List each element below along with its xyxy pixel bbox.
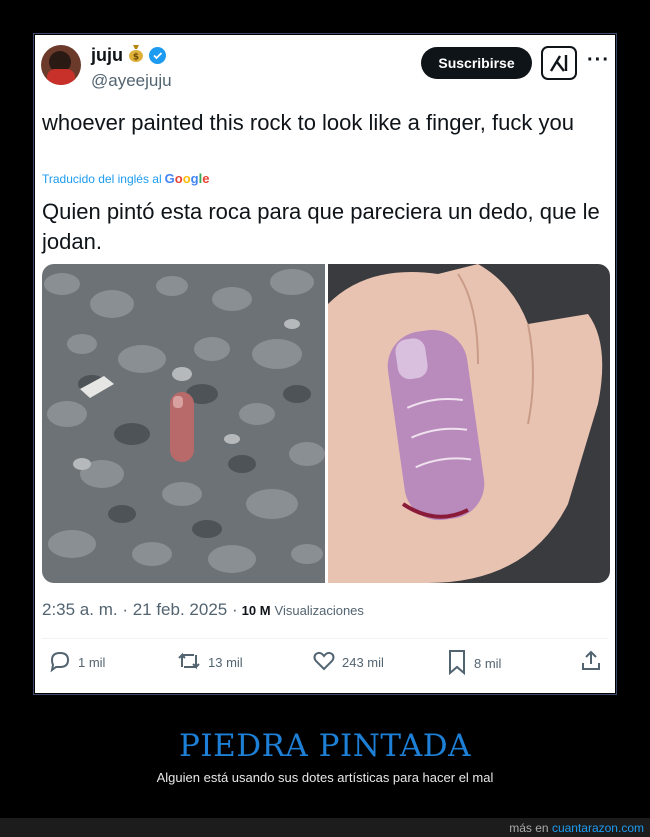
photo-hand-finger-rock[interactable]	[328, 264, 610, 583]
tweet-timestamp[interactable]: 2:35 a. m. · 21 feb. 2025 ·	[42, 600, 238, 620]
avatar[interactable]	[41, 45, 81, 85]
bookmark-count: 8 mil	[474, 656, 502, 671]
share-icon	[579, 649, 603, 676]
google-logo: Google	[164, 171, 210, 186]
repost-button[interactable]: 13 mil	[176, 649, 243, 676]
bookmark-button[interactable]: 8 mil	[446, 649, 501, 678]
svg-text:$: $	[133, 53, 139, 63]
author-handle[interactable]: @ayeejuju	[91, 71, 172, 91]
photo-rocks-finger[interactable]	[42, 264, 325, 583]
views-label: Visualizaciones	[274, 603, 364, 618]
grok-icon[interactable]	[541, 46, 577, 80]
share-button[interactable]	[579, 649, 603, 676]
tweet-media[interactable]	[42, 264, 610, 583]
tweet-frame: juju $ @ayeejuju Suscribirse ··· whoever…	[33, 33, 617, 695]
tweet-text-original: whoever painted this rock to look like a…	[42, 110, 574, 135]
verified-badge-icon[interactable]	[149, 46, 166, 64]
author-name-row: juju $	[91, 44, 166, 66]
repost-count: 13 mil	[208, 655, 243, 670]
more-icon[interactable]: ···	[587, 49, 610, 72]
views-count: 10 M	[241, 603, 271, 618]
tweet-text-translated: Quien pintó esta roca para que pareciera…	[42, 199, 600, 254]
action-bar: 1 mil 13 mil 243 mil 8 mil	[42, 649, 608, 679]
money-bag-icon: $	[128, 44, 144, 66]
caption-title[interactable]: PIEDRA PINTADA	[0, 728, 650, 764]
subscribe-button[interactable]: Suscribirse	[421, 47, 532, 79]
reply-icon	[48, 649, 72, 676]
translation-prefix: Traducido del inglés al	[42, 172, 162, 186]
heart-icon	[312, 649, 336, 676]
like-button[interactable]: 243 mil	[312, 649, 384, 676]
tweet-timestamp-row: 2:35 a. m. · 21 feb. 2025 · 10 M Visuali…	[42, 600, 364, 620]
tweet-card: juju $ @ayeejuju Suscribirse ··· whoever…	[35, 35, 615, 693]
divider	[42, 638, 608, 639]
reply-count: 1 mil	[78, 655, 106, 670]
caption-subtitle: Alguien está usando sus dotes artísticas…	[156, 770, 494, 785]
bookmark-icon	[446, 649, 468, 678]
footer-text: más en cuantarazon.com	[509, 821, 644, 835]
author-display-name[interactable]: juju	[91, 45, 123, 66]
translation-notice: Traducido del inglés al Google	[42, 171, 209, 186]
reply-button[interactable]: 1 mil	[48, 649, 105, 676]
footer-site-link[interactable]: cuantarazon.com	[552, 821, 644, 835]
footer-bar: más en cuantarazon.com	[0, 818, 650, 837]
repost-icon	[176, 649, 202, 676]
like-count: 243 mil	[342, 655, 384, 670]
footer-prefix: más en	[509, 821, 549, 835]
